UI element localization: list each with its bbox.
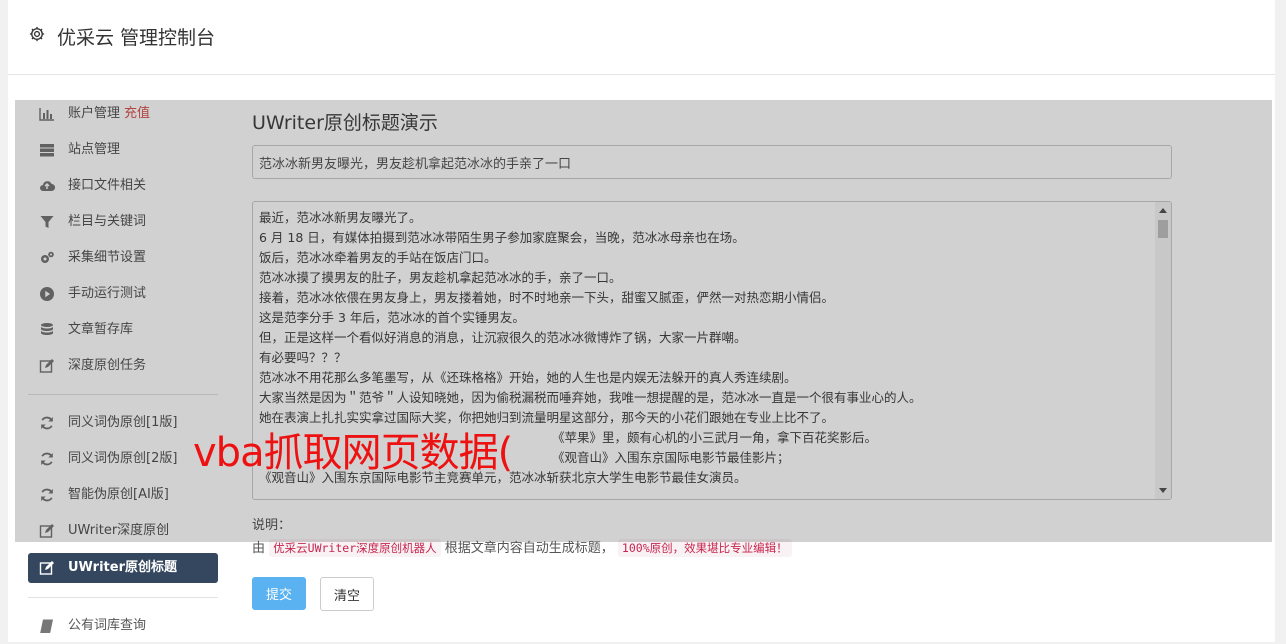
- sidebar-item-uwriter-title[interactable]: UWriter原创标题: [28, 553, 218, 583]
- article-line: 范冰冰摸了摸男友的肚子，男友趁机拿起范冰冰的手，亲了一口。: [259, 270, 622, 285]
- sidebar-item-synonym-v2[interactable]: 同义词伪原创[2版]: [28, 441, 218, 477]
- refresh-icon: [41, 416, 53, 430]
- sidebar-item-sites[interactable]: 站点管理: [28, 132, 218, 168]
- bar-chart-icon: [39, 108, 54, 121]
- edit-icon: [39, 524, 54, 538]
- sidebar-item-label: 同义词伪原创[2版]: [68, 451, 178, 466]
- scroll-thumb[interactable]: [1158, 220, 1168, 238]
- watermark-text: vba抓取网页数据(: [193, 430, 513, 476]
- refresh-icon: [41, 488, 53, 502]
- sidebar-item-label: 接口文件相关: [68, 178, 147, 193]
- sidebar-item-label: UWriter原创标题: [68, 560, 177, 575]
- sidebar-item-manual-test[interactable]: 手动运行测试: [28, 276, 218, 312]
- database-icon: [41, 323, 53, 335]
- main-panel: UWriter原创标题演示 最近，范冰冰新男友曝光了。 6 月 18 日，有媒体…: [252, 100, 1172, 557]
- refresh-icon: [41, 452, 53, 466]
- filter-icon: [40, 216, 54, 228]
- sidebar-item-account[interactable]: 账户管理 充值: [28, 96, 218, 132]
- sidebar-divider: [28, 597, 218, 598]
- sidebar-item-collect-settings[interactable]: 采集细节设置: [28, 240, 218, 276]
- top-header: 优采云 管理控制台: [8, 0, 1275, 75]
- article-line: 饭后，范冰冰牵着男友的手站在饭店门口。: [259, 250, 497, 265]
- title-input[interactable]: [252, 145, 1172, 179]
- cogs-icon: [41, 251, 54, 263]
- article-line: 有必要吗？？？: [259, 350, 347, 365]
- sidebar-item-label: 采集细节设置: [68, 250, 147, 265]
- sidebar-item-label: 手动运行测试: [68, 286, 147, 301]
- article-line: 但，正是这样一个看似好消息的消息，让沉寂很久的范冰冰微博炸了锅，大家一片群嘲。: [259, 330, 747, 345]
- sidebar-item-synonym-v1[interactable]: 同义词伪原创[1版]: [28, 405, 218, 441]
- sidebar-item-deep-original-task[interactable]: 深度原创任务: [28, 348, 218, 384]
- sidebar-item-label: 账户管理: [68, 106, 121, 121]
- sidebar-item-article-storage[interactable]: 文章暂存库: [28, 312, 218, 348]
- submit-button[interactable]: 提交: [252, 577, 306, 610]
- cloud-upload-icon: [40, 181, 55, 192]
- sidebar-item-label: 公有词库查询: [68, 618, 147, 633]
- gear-icon: [29, 26, 45, 42]
- scroll-up-icon[interactable]: [1159, 208, 1167, 213]
- sidebar-item-label: UWriter深度原创: [68, 523, 170, 538]
- article-line: 最近，范冰冰新男友曝光了。: [259, 210, 422, 225]
- edit-icon: [39, 359, 54, 373]
- article-line: 这是范李分手 3 年后，范冰冰的首个实锤男友。: [259, 310, 525, 325]
- sidebar-item-uwriter-deep[interactable]: UWriter深度原创: [28, 513, 218, 549]
- article-line: 范冰冰不用花那么多笔墨写，从《还珠格格》开始，她的人生也是内娱无法躲开的真人秀连…: [259, 370, 797, 385]
- sidebar-item-label: 同义词伪原创[1版]: [68, 415, 178, 430]
- recharge-link[interactable]: 充值: [124, 106, 150, 121]
- sidebar-divider: [28, 394, 218, 395]
- note-prefix: 由: [252, 541, 266, 556]
- sidebar-item-label: 文章暂存库: [68, 322, 134, 337]
- note-robot-name: 优采云UWriter深度原创机器人: [269, 539, 441, 557]
- sidebar-item-smart-ai[interactable]: 智能伪原创[AI版]: [28, 477, 218, 513]
- sidebar-item-columns-keywords[interactable]: 栏目与关键词: [28, 204, 218, 240]
- page-header-title: 优采云 管理控制台: [57, 27, 216, 49]
- article-line: 6 月 18 日，有媒体拍摄到范冰冰带陌生男子参加家庭聚会，当晚，范冰冰母亲也在…: [259, 230, 745, 245]
- sidebar-item-interface-files[interactable]: 接口文件相关: [28, 168, 218, 204]
- note-label: 说明：: [252, 518, 292, 533]
- article-line: 大家当然是因为＂范爷＂人设知晓她，因为偷税漏税而唾弃她，我唯一想提醒的是，范冰冰…: [259, 390, 922, 405]
- book-icon: [40, 619, 53, 633]
- scroll-down-icon[interactable]: [1159, 488, 1167, 493]
- note-description: 由 优采云UWriter深度原创机器人 根据文章内容自动生成标题， 100%原创…: [252, 537, 792, 557]
- sidebar-item-label: 智能伪原创[AI版]: [68, 487, 169, 502]
- sidebar-item-label: 深度原创任务: [68, 358, 147, 373]
- article-scrollbar[interactable]: [1155, 202, 1171, 499]
- page-title: UWriter原创标题演示: [252, 112, 438, 134]
- sidebar: 账户管理 充值 站点管理 接口文件相关 栏目与关键词 采集细节设置 手动运行测试 …: [28, 96, 218, 644]
- note-highlight: 100%原创，效果堪比专业编辑！: [617, 539, 792, 557]
- clear-button[interactable]: 清空: [320, 577, 374, 611]
- article-line: 接着，范冰冰依偎在男友身上，男友搂着她，时不时地亲一下头，甜蜜又腻歪，俨然一对热…: [259, 290, 835, 305]
- server-icon: [40, 144, 54, 157]
- note-middle: 根据文章内容自动生成标题，: [444, 541, 614, 556]
- sidebar-item-public-lexicon[interactable]: 公有词库查询: [28, 608, 218, 644]
- sidebar-item-label: 栏目与关键词: [68, 214, 147, 229]
- edit-icon: [39, 561, 54, 575]
- play-circle-icon: [40, 287, 54, 301]
- sidebar-item-label: 站点管理: [68, 142, 121, 157]
